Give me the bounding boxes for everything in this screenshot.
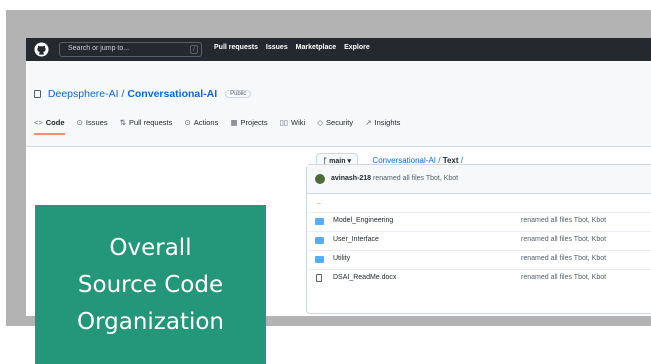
table-icon: ▦ <box>230 118 238 127</box>
repo-title: Deepsphere-AI / Conversational-AI Public <box>34 88 252 100</box>
file-name[interactable]: Utility <box>333 255 350 262</box>
repo-separator: / <box>118 88 128 100</box>
tab-label: Actions <box>193 118 219 127</box>
list-item[interactable]: DSAI_ReadMe.docx renamed all files Tbot,… <box>307 269 651 288</box>
tab-security[interactable]: ◇ Security <box>317 118 353 127</box>
callout-line: Overall <box>109 235 192 261</box>
tab-wiki[interactable]: ▯▯ Wiki <box>280 118 305 127</box>
issue-icon: ⊙ <box>76 118 83 127</box>
tab-label: Security <box>326 118 354 127</box>
tab-pull-requests[interactable]: ⇅ Pull requests <box>120 118 173 127</box>
repo-owner-link[interactable]: Deepsphere-AI <box>48 88 119 100</box>
play-icon: ⊙ <box>184 118 191 127</box>
search-input[interactable]: Search or jump to... / <box>59 42 202 57</box>
commit-author[interactable]: avinash-218 <box>331 175 371 182</box>
header-nav: Pull requests Issues Marketplace Explore <box>214 44 376 51</box>
repo-name-link[interactable]: Conversational-AI <box>127 88 217 100</box>
file-commit-message[interactable]: renamed all files Tbot, Kbot <box>521 255 606 262</box>
folder-icon <box>315 256 324 263</box>
tab-projects[interactable]: ▦ Projects <box>230 118 267 127</box>
parent-directory-link[interactable]: .. <box>317 199 321 206</box>
folder-icon <box>315 237 324 244</box>
file-commit-message[interactable]: renamed all files Tbot, Kbot <box>521 236 606 243</box>
pull-request-icon: ⇅ <box>119 118 126 127</box>
callout-box: Overall Source Code Organization <box>35 205 266 364</box>
folder-icon <box>315 218 324 225</box>
tab-code[interactable]: <> Code <box>34 118 65 135</box>
callout-text: Overall Source Code Organization <box>35 230 266 341</box>
callout-line: Source Code <box>77 272 224 298</box>
repo-icon <box>34 90 41 98</box>
file-list: avinash-218 renamed all files Tbot, Kbot… <box>306 164 651 314</box>
repo-header <box>26 61 651 147</box>
nav-marketplace[interactable]: Marketplace <box>296 44 336 51</box>
nav-issues[interactable]: Issues <box>266 44 288 51</box>
list-item[interactable]: Model_Engineering renamed all files Tbot… <box>307 212 651 231</box>
nav-explore[interactable]: Explore <box>344 44 370 51</box>
tab-label: Code <box>45 118 65 127</box>
file-name[interactable]: Model_Engineering <box>333 217 393 224</box>
search-placeholder: Search or jump to... <box>68 45 130 52</box>
slash-key-hint: / <box>190 45 198 54</box>
nav-pull-requests[interactable]: Pull requests <box>214 44 258 51</box>
tab-label: Insights <box>374 118 401 127</box>
visibility-badge: Public <box>225 90 252 98</box>
github-header: Search or jump to... / Pull requests Iss… <box>26 38 651 61</box>
commit-message[interactable]: renamed all files Tbot, Kbot <box>373 175 458 182</box>
commit-info: avinash-218 renamed all files Tbot, Kbot <box>331 175 458 182</box>
callout-line: Organization <box>76 309 225 335</box>
graph-icon: ↗ <box>365 118 372 127</box>
tab-actions[interactable]: ⊙ Actions <box>184 118 218 127</box>
file-commit-message[interactable]: renamed all files Tbot, Kbot <box>521 217 606 224</box>
code-icon: <> <box>34 118 43 127</box>
list-item[interactable]: Utility renamed all files Tbot, Kbot <box>307 250 651 269</box>
file-commit-message[interactable]: renamed all files Tbot, Kbot <box>521 274 606 281</box>
avatar[interactable] <box>315 174 325 184</box>
file-name[interactable]: DSAI_ReadMe.docx <box>333 274 396 281</box>
tab-label: Wiki <box>290 118 306 127</box>
tab-insights[interactable]: ↗ Insights <box>365 118 400 127</box>
repo-tabs: <> Code ⊙ Issues ⇅ Pull requests ⊙ Actions ▦… <box>34 118 410 135</box>
file-icon <box>316 274 322 282</box>
book-icon: ▯▯ <box>279 118 288 127</box>
file-name[interactable]: User_Interface <box>333 236 379 243</box>
shield-icon: ◇ <box>317 118 324 127</box>
latest-commit-bar: avinash-218 renamed all files Tbot, Kbot <box>307 165 651 194</box>
tab-issues[interactable]: ⊙ Issues <box>77 118 108 127</box>
tab-label: Issues <box>85 118 108 127</box>
tab-label: Projects <box>240 118 268 127</box>
tab-label: Pull requests <box>128 118 173 127</box>
list-item[interactable]: User_Interface renamed all files Tbot, K… <box>307 231 651 250</box>
github-logo-icon[interactable] <box>34 42 49 57</box>
